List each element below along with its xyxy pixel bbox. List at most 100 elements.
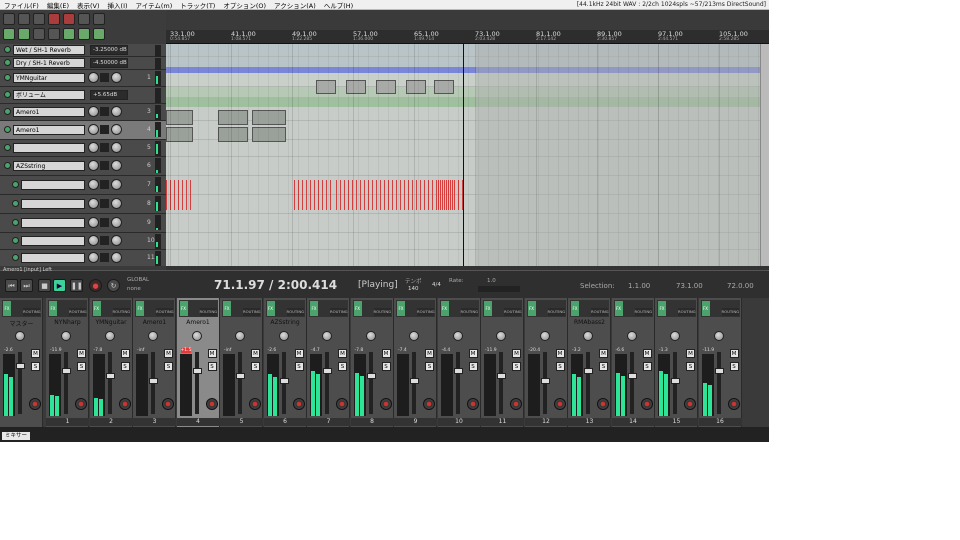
undo-icon[interactable] bbox=[48, 13, 60, 25]
track-name[interactable] bbox=[21, 199, 85, 209]
fader-handle[interactable] bbox=[192, 368, 202, 374]
pan-knob-icon[interactable] bbox=[104, 331, 115, 341]
pause-button[interactable]: ❚❚ bbox=[70, 279, 83, 292]
midi-notes[interactable] bbox=[438, 180, 466, 210]
fx-button[interactable]: FX bbox=[179, 301, 188, 316]
fx-button[interactable]: FX bbox=[397, 301, 405, 316]
routing-button[interactable]: ROUTING bbox=[504, 308, 522, 316]
pan-knob-icon[interactable] bbox=[452, 331, 463, 341]
fader-handle[interactable] bbox=[497, 373, 506, 379]
lock-icon[interactable] bbox=[63, 28, 75, 40]
volume-knob-icon[interactable] bbox=[88, 106, 99, 117]
record-arm-button[interactable] bbox=[510, 398, 522, 410]
pan-knob-icon[interactable] bbox=[111, 124, 122, 135]
midi-item[interactable] bbox=[316, 80, 336, 94]
fader-handle[interactable] bbox=[149, 378, 158, 384]
fx-button[interactable]: FX bbox=[484, 301, 492, 316]
solo-button[interactable]: S bbox=[164, 362, 173, 371]
pan-knob-icon[interactable] bbox=[235, 331, 245, 341]
record-arm-icon[interactable] bbox=[4, 126, 11, 133]
fx-button[interactable] bbox=[100, 107, 109, 116]
volume-knob-icon[interactable] bbox=[88, 142, 99, 153]
mute-button[interactable]: M bbox=[207, 349, 217, 358]
volume-knob-icon[interactable] bbox=[88, 179, 99, 190]
mute-button[interactable]: M bbox=[164, 349, 173, 358]
solo-button[interactable]: S bbox=[642, 362, 652, 371]
pan-knob-icon[interactable] bbox=[61, 331, 71, 341]
selection-start[interactable]: 1.1.00 bbox=[628, 282, 650, 290]
record-arm-button[interactable] bbox=[423, 398, 435, 410]
menu-view[interactable]: 表示(V) bbox=[73, 0, 104, 10]
track-row[interactable]: AZSstring 6 bbox=[0, 157, 166, 176]
fx-button[interactable]: FX bbox=[614, 301, 623, 316]
volume-knob-icon[interactable] bbox=[88, 252, 99, 263]
play-button[interactable]: ▶ bbox=[53, 279, 66, 292]
track-name[interactable]: Amero1 bbox=[13, 107, 85, 117]
record-arm-button[interactable] bbox=[597, 398, 609, 410]
track-name[interactable]: Wet / SH-1 Reverb bbox=[13, 45, 85, 55]
menu-options[interactable]: オプション(O) bbox=[219, 0, 270, 10]
record-arm-icon[interactable] bbox=[4, 74, 11, 81]
track-row[interactable]: 8 bbox=[0, 195, 166, 214]
track-name[interactable]: Dry / SH-1 Reverb bbox=[13, 58, 85, 68]
solo-button[interactable]: S bbox=[77, 362, 86, 371]
pan-knob-icon[interactable] bbox=[111, 198, 122, 209]
fader-handle[interactable] bbox=[279, 378, 289, 384]
fader-handle[interactable] bbox=[236, 373, 245, 379]
fx-button[interactable] bbox=[100, 180, 109, 189]
new-project-icon[interactable] bbox=[18, 13, 30, 25]
strip-name[interactable]: NYNharp bbox=[46, 319, 89, 326]
fader-handle[interactable] bbox=[671, 378, 680, 384]
menu-insert[interactable]: 挿入(I) bbox=[104, 0, 132, 10]
mute-button[interactable]: M bbox=[251, 349, 260, 358]
mixer-strip[interactable]: FX ROUTING -6.6 M S 14 bbox=[611, 298, 655, 427]
vertical-scrollbar[interactable] bbox=[760, 44, 769, 266]
fader-handle[interactable] bbox=[323, 368, 332, 374]
mute-button[interactable]: M bbox=[729, 349, 739, 358]
volume-knob-icon[interactable] bbox=[88, 198, 99, 209]
settings-icon[interactable] bbox=[93, 13, 105, 25]
routing-button[interactable]: ROUTING bbox=[330, 308, 348, 316]
midi-item[interactable] bbox=[434, 80, 454, 94]
fader-handle[interactable] bbox=[410, 378, 419, 384]
pan-knob-icon[interactable] bbox=[409, 331, 419, 341]
track-row[interactable]: 11 bbox=[0, 250, 166, 266]
strip-name[interactable]: Amero1 bbox=[177, 319, 220, 326]
track-name[interactable] bbox=[21, 218, 85, 228]
fx-button[interactable] bbox=[100, 253, 109, 262]
fx-button[interactable]: FX bbox=[3, 301, 11, 316]
record-arm-button[interactable] bbox=[466, 398, 479, 410]
mute-button[interactable]: M bbox=[468, 349, 478, 358]
menu-edit[interactable]: 編集(E) bbox=[43, 0, 73, 10]
pan-knob-icon[interactable] bbox=[111, 142, 122, 153]
mixer-strip[interactable]: FX ROUTING YMNguitar -7.8 M S 2 bbox=[89, 298, 133, 427]
fader-handle[interactable] bbox=[540, 378, 550, 384]
mute-button[interactable]: M bbox=[381, 349, 391, 358]
open-project-icon[interactable] bbox=[33, 13, 45, 25]
strip-name[interactable]: YMNguitar bbox=[90, 319, 133, 326]
volume-fader[interactable] bbox=[368, 352, 373, 414]
mixer-strip[interactable]: FX ROUTING -20.4 M S 12 bbox=[524, 298, 568, 427]
mixer-strip[interactable]: FX ROUTING -11.9 M S 16 bbox=[698, 298, 742, 427]
fx-button[interactable]: FX bbox=[310, 301, 318, 316]
routing-button[interactable]: ROUTING bbox=[591, 308, 609, 316]
routing-button[interactable]: ROUTING bbox=[373, 308, 391, 316]
solo-button[interactable]: S bbox=[381, 362, 391, 371]
record-arm-button[interactable] bbox=[118, 398, 131, 410]
routing-button[interactable]: ROUTING bbox=[460, 308, 478, 316]
fx-button[interactable] bbox=[100, 143, 109, 152]
track-row[interactable]: YMNguitar 1 bbox=[0, 70, 166, 87]
menu-file[interactable]: ファイル(F) bbox=[0, 0, 43, 10]
solo-button[interactable]: S bbox=[729, 362, 739, 371]
pan-knob-icon[interactable] bbox=[278, 331, 289, 341]
record-arm-button[interactable] bbox=[727, 398, 740, 410]
mixer-strip[interactable]: FX ROUTING Amero1 -inf M S 3 bbox=[133, 298, 176, 427]
routing-button[interactable]: ROUTING bbox=[23, 308, 41, 316]
volume-fader[interactable] bbox=[64, 352, 68, 414]
metronome-icon[interactable] bbox=[78, 13, 90, 25]
fx-button[interactable] bbox=[100, 73, 109, 82]
record-arm-icon[interactable] bbox=[12, 237, 19, 244]
midi-item[interactable] bbox=[406, 80, 426, 94]
routing-button[interactable]: ROUTING bbox=[678, 308, 696, 316]
volume-fader[interactable] bbox=[194, 352, 199, 414]
